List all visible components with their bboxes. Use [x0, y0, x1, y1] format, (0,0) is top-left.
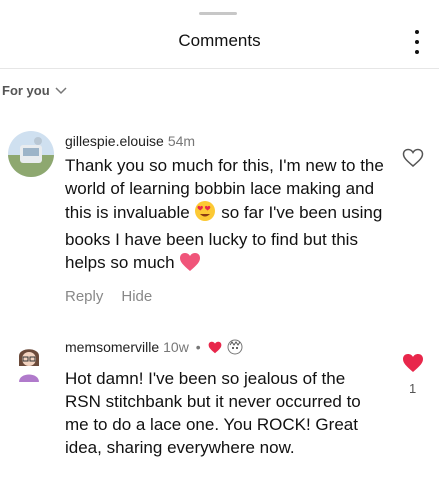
pink-heart-emoji-icon	[179, 252, 201, 278]
avatar[interactable]	[14, 342, 44, 382]
separator-dot: •	[195, 339, 201, 355]
comment-time: 10w	[163, 339, 189, 355]
username-text[interactable]: memsomerville	[65, 339, 159, 355]
heart-outline-icon[interactable]	[402, 148, 424, 168]
avatar[interactable]	[8, 131, 54, 177]
chevron-down-icon	[55, 86, 67, 94]
comment-username[interactable]: memsomerville 10w •	[65, 339, 243, 355]
reply-button[interactable]: Reply	[65, 288, 103, 305]
more-options-icon[interactable]	[406, 30, 428, 54]
comment-text: Hot damn! I've been so jealous of the RS…	[65, 369, 361, 457]
comment-username[interactable]: gillespie.elouise 54m	[65, 133, 195, 149]
like-count: 1	[409, 381, 417, 396]
header-divider	[0, 68, 439, 69]
creator-avatar-icon	[227, 339, 243, 355]
page-title: Comments	[178, 31, 261, 50]
comment-text: Thank you so much for this, I'm new to t…	[65, 154, 385, 278]
filter-label: For you	[2, 83, 50, 98]
hide-button[interactable]: Hide	[121, 288, 152, 305]
comment-sort-dropdown[interactable]: For you	[2, 83, 68, 98]
drag-handle[interactable]	[199, 12, 237, 15]
username-text[interactable]: gillespie.elouise	[65, 133, 164, 149]
heart-eyes-emoji-icon	[194, 200, 216, 228]
heart-filled-icon[interactable]	[402, 353, 424, 373]
comment-actions: Reply Hide	[65, 288, 152, 305]
creator-liked-heart-icon	[208, 341, 221, 354]
comment-time: 54m	[167, 133, 196, 149]
